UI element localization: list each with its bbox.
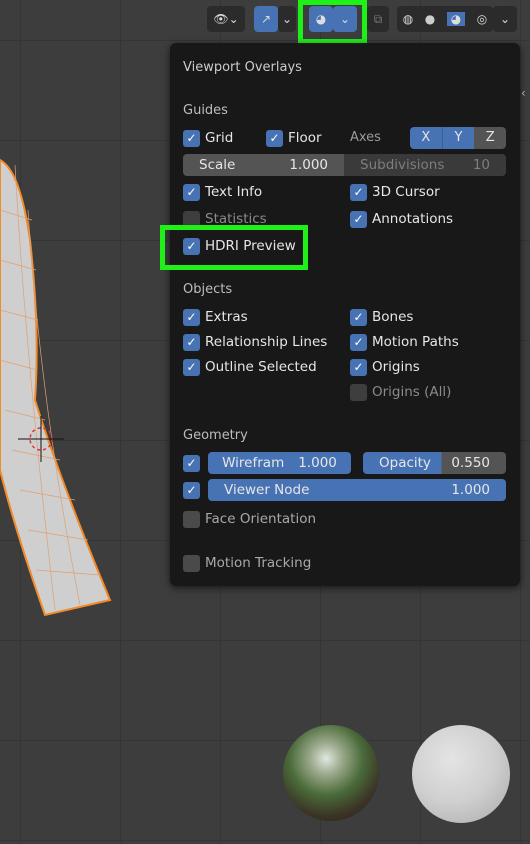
axes-label: Axes (350, 130, 381, 145)
bones-checkbox[interactable]: ✓ Bones (350, 307, 413, 327)
grid-scale-field[interactable]: Scale 1.000 (183, 154, 344, 176)
sidebar-toggle-icon[interactable]: ‹ (521, 86, 526, 100)
gizmo-toggle[interactable]: ↗ (254, 6, 278, 32)
popup-title: Viewport Overlays (183, 60, 302, 75)
eye-icon: 👁⌄ (213, 12, 239, 26)
wireframe-opacity-slider[interactable]: Opacity 0.550 (363, 452, 506, 474)
motion-paths-checkbox[interactable]: ✓ Motion Paths (350, 332, 459, 352)
axis-y-toggle[interactable]: Y (442, 127, 475, 149)
axis-z-toggle[interactable]: Z (474, 127, 506, 149)
wireframe-field[interactable]: Wirefram 1.000 (208, 452, 351, 474)
diffuse-preview-sphere (412, 725, 510, 823)
text-info-checkbox[interactable]: ✓ Text Info (183, 182, 262, 202)
origins-checkbox[interactable]: ✓ Origins (350, 357, 420, 377)
3d-cursor-checkbox[interactable]: ✓ 3D Cursor (350, 182, 440, 202)
outline-selected-checkbox[interactable]: ✓ Outline Selected (183, 357, 317, 377)
extras-checkbox[interactable]: ✓ Extras (183, 307, 248, 327)
shading-dropdown[interactable]: ⌄ (493, 6, 517, 32)
viewer-node-field[interactable]: Viewer Node 1.000 (208, 479, 506, 501)
grid-checkbox[interactable]: ✓ Grid (183, 128, 233, 148)
xray-toggle[interactable]: ⧉ (367, 6, 389, 32)
face-orientation-checkbox[interactable]: Face Orientation (183, 509, 316, 529)
floor-checkbox[interactable]: ✓ Floor (266, 128, 322, 148)
shading-modes[interactable]: ◍ ● ◕ ◎ (397, 6, 493, 32)
grid-subdivisions-field[interactable]: Subdivisions 10 (344, 154, 506, 176)
solid-shading-icon[interactable]: ● (425, 12, 435, 26)
wireframe-checkbox[interactable]: ✓ (183, 453, 200, 473)
xray-icon: ⧉ (373, 11, 383, 26)
geometry-heading: Geometry (183, 428, 248, 443)
objects-heading: Objects (183, 282, 233, 297)
chevron-down-icon: ⌄ (499, 12, 511, 26)
overlay-highlight (298, 0, 367, 44)
mesh-object[interactable] (0, 150, 130, 620)
axes-toggle-group: X Y Z (410, 127, 506, 149)
hdri-preview-sphere (283, 725, 379, 821)
axis-x-toggle[interactable]: X (410, 127, 443, 149)
viewer-node-checkbox[interactable]: ✓ (183, 480, 200, 500)
selectability-visibility-button[interactable]: 👁⌄ (207, 6, 245, 32)
viewport-overlays-popover: Viewport Overlays Guides ✓ Grid ✓ Floor Ax… (160, 43, 520, 586)
wireframe-shading-icon[interactable]: ◍ (403, 12, 413, 26)
relationship-lines-checkbox[interactable]: ✓ Relationship Lines (183, 332, 327, 352)
chevron-down-icon: ⌄ (281, 12, 293, 26)
guides-heading: Guides (183, 103, 228, 118)
motion-tracking-checkbox[interactable]: Motion Tracking (183, 553, 311, 573)
material-preview-icon[interactable]: ◕ (446, 12, 466, 26)
hdri-highlight (160, 225, 308, 270)
annotations-checkbox[interactable]: ✓ Annotations (350, 209, 453, 229)
origins-all-checkbox[interactable]: Origins (All) (350, 382, 451, 402)
gizmo-icon: ↗ (260, 12, 272, 26)
gizmo-dropdown[interactable]: ⌄ (278, 6, 296, 32)
rendered-shading-icon[interactable]: ◎ (477, 12, 487, 26)
3d-cursor-icon (18, 416, 64, 462)
